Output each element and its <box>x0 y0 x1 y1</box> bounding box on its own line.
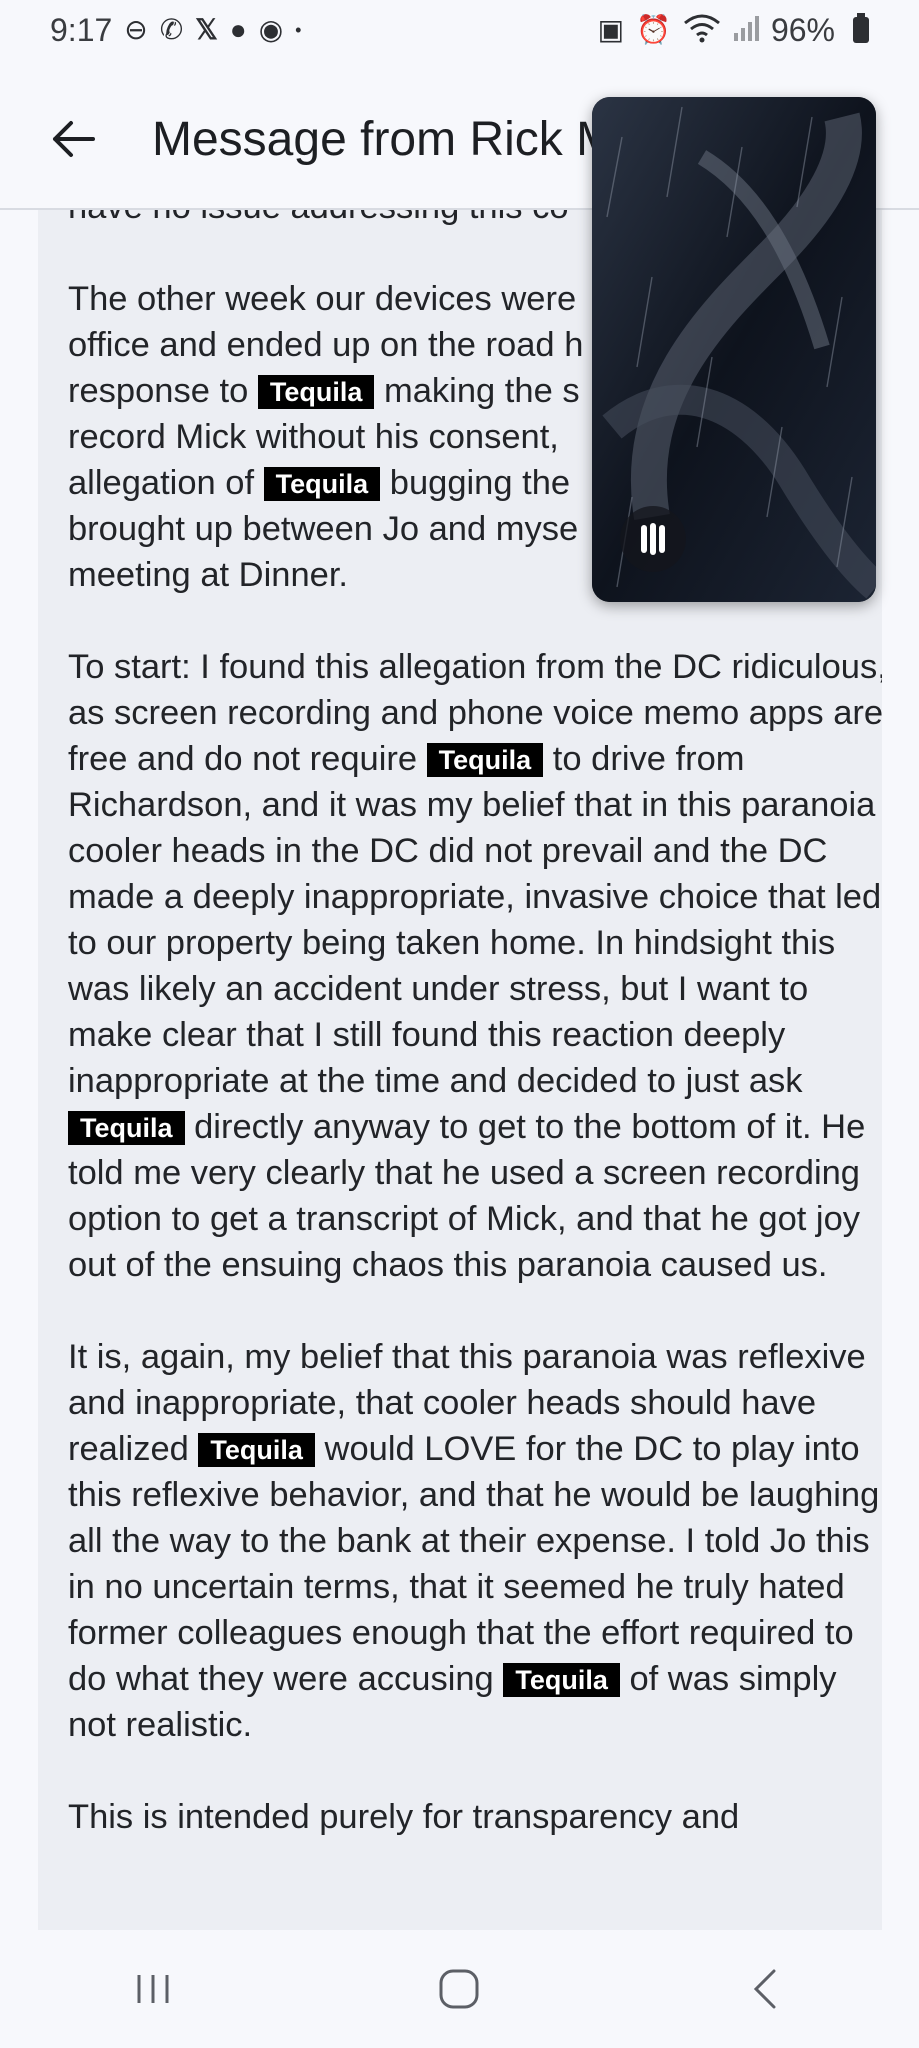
redacted-name: Tequila <box>426 743 544 777</box>
back-nav-button[interactable] <box>706 1949 826 2029</box>
dot-icon: • <box>295 20 302 40</box>
home-button[interactable] <box>399 1949 519 2029</box>
message-paragraph-4: This is intended purely for transparency… <box>68 1798 740 1836</box>
pause-icon <box>641 523 665 555</box>
signal-icon <box>733 15 759 46</box>
redacted-name: Tequila <box>68 1111 185 1145</box>
recents-button[interactable] <box>93 1949 213 2029</box>
alarm-icon: ⏰ <box>636 14 671 45</box>
system-nav-bar <box>0 1930 919 2048</box>
status-right: ▣ ⏰ 96% <box>598 12 869 49</box>
pause-button[interactable] <box>620 506 686 572</box>
x-icon: 𝕏 <box>195 14 218 45</box>
message-paragraph-2: To start: I found this allegation from t… <box>68 648 882 1284</box>
back-button[interactable] <box>38 104 108 174</box>
status-bar: 9:17 ⊖ ✆ 𝕏 ● ◉ • ▣ ⏰ 96% <box>0 0 919 60</box>
recents-icon <box>137 1975 169 2003</box>
messenger-icon: ◉ <box>258 14 284 45</box>
call-icon: ✆ <box>159 14 184 45</box>
back-nav-icon <box>753 1969 776 2009</box>
message-paragraph-3: It is, again, my belief that this parano… <box>68 1338 880 1744</box>
redacted-name: Tequila <box>263 467 381 501</box>
battery-level: 96% <box>770 11 835 48</box>
home-icon <box>439 1969 479 2009</box>
status-time: 9:17 <box>50 11 113 48</box>
wifi-icon <box>683 13 721 48</box>
minus-circle-icon: ⊖ <box>124 14 148 45</box>
arrow-left-icon <box>53 121 95 157</box>
redacted-name: Tequila <box>198 1433 315 1467</box>
pip-video-player[interactable] <box>592 97 876 602</box>
chat-icon: ● <box>229 14 247 45</box>
nfc-icon: ▣ <box>597 14 625 45</box>
battery-icon <box>853 13 869 43</box>
page-title: Message from Rick M <box>152 112 612 166</box>
redacted-name: Tequila <box>257 375 375 409</box>
redacted-name: Tequila <box>503 1663 620 1697</box>
status-left: 9:17 ⊖ ✆ 𝕏 ● ◉ • <box>50 12 301 49</box>
